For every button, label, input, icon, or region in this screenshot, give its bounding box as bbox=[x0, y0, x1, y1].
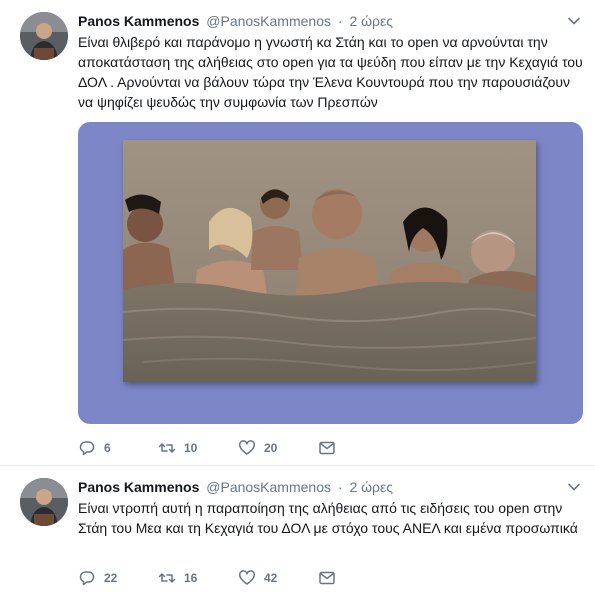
message-button[interactable] bbox=[318, 568, 336, 588]
avatar[interactable] bbox=[20, 12, 68, 60]
author-name[interactable]: Panos Kammenos bbox=[78, 479, 199, 495]
tweet-header: Panos Kammenos @PanosKammenos · 2 ώρες bbox=[78, 12, 393, 30]
author-name[interactable]: Panos Kammenos bbox=[78, 13, 199, 29]
envelope-icon bbox=[318, 569, 336, 587]
author-handle[interactable]: @PanosKammenos bbox=[206, 479, 331, 495]
tweet-header: Panos Kammenos @PanosKammenos · 2 ώρες bbox=[78, 478, 393, 496]
retweet-icon bbox=[158, 569, 176, 587]
heart-icon bbox=[238, 569, 256, 587]
reply-icon bbox=[78, 439, 96, 457]
like-button[interactable]: 42 bbox=[238, 568, 277, 588]
like-count: 20 bbox=[264, 441, 278, 455]
tweet-text: Είναι θλιβερό και παράνομο η γνωστή κα Σ… bbox=[78, 34, 583, 110]
reply-icon bbox=[78, 569, 96, 587]
like-count: 42 bbox=[264, 571, 278, 585]
tweet[interactable]: Panos Kammenos @PanosKammenos · 2 ώρες Ε… bbox=[0, 0, 595, 466]
timestamp[interactable]: 2 ώρες bbox=[349, 13, 393, 29]
separator: · bbox=[337, 13, 343, 29]
timestamp[interactable]: 2 ώρες bbox=[349, 479, 393, 495]
avatar[interactable] bbox=[20, 478, 68, 526]
chevron-down-icon[interactable] bbox=[567, 480, 581, 494]
heart-icon bbox=[238, 439, 256, 457]
retweet-button[interactable]: 16 bbox=[158, 568, 197, 588]
tweet-text: Είναι ντροπή αυτή η παραποίηση της αλήθε… bbox=[78, 500, 578, 536]
retweet-icon bbox=[158, 439, 176, 457]
retweet-count: 10 bbox=[184, 441, 198, 455]
reply-count: 6 bbox=[104, 441, 111, 455]
tweet-media[interactable] bbox=[78, 122, 583, 424]
tweet-photo[interactable] bbox=[123, 140, 536, 382]
retweet-button[interactable]: 10 bbox=[158, 438, 197, 458]
retweet-count: 16 bbox=[184, 571, 198, 585]
reply-button[interactable]: 6 bbox=[78, 438, 111, 458]
chevron-down-icon[interactable] bbox=[567, 14, 581, 28]
like-button[interactable]: 20 bbox=[238, 438, 277, 458]
separator: · bbox=[337, 479, 343, 495]
author-handle[interactable]: @PanosKammenos bbox=[206, 13, 331, 29]
envelope-icon bbox=[318, 439, 336, 457]
reply-button[interactable]: 22 bbox=[78, 568, 117, 588]
reply-count: 22 bbox=[104, 571, 118, 585]
message-button[interactable] bbox=[318, 438, 336, 458]
tweet[interactable]: Panos Kammenos @PanosKammenos · 2 ώρες Ε… bbox=[0, 466, 595, 598]
